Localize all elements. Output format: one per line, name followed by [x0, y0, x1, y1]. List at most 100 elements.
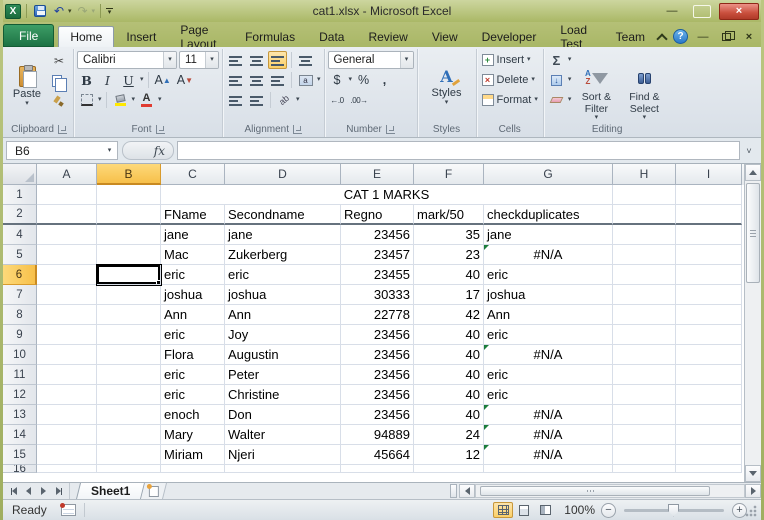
clear-button[interactable]: [547, 91, 566, 109]
decrease-decimal-button[interactable]: .00→: [349, 91, 370, 109]
clear-dropdown[interactable]: ▾: [568, 96, 572, 103]
accounting-format-dropdown[interactable]: ▾: [349, 76, 353, 83]
horizontal-scroll-thumb[interactable]: [480, 486, 710, 496]
cell-I14[interactable]: [676, 425, 742, 445]
cell-H8[interactable]: [613, 305, 676, 325]
cell-D8[interactable]: Ann: [225, 305, 341, 325]
format-cells-button[interactable]: Format ▾: [480, 91, 540, 109]
font-name-dropdown[interactable]: ▾: [163, 52, 176, 68]
row-header-1[interactable]: 1: [3, 185, 37, 205]
normal-view-button[interactable]: [493, 502, 513, 518]
help-icon[interactable]: ?: [673, 29, 688, 44]
scroll-down-button[interactable]: [745, 465, 761, 482]
autosum-dropdown[interactable]: ▾: [568, 56, 572, 63]
cell-G13[interactable]: #N/A: [484, 405, 613, 425]
cell-E8[interactable]: 22778: [341, 305, 414, 325]
horizontal-scroll-track[interactable]: [475, 484, 745, 498]
fill-color-button[interactable]: [111, 91, 130, 109]
cell-E15[interactable]: 45664: [341, 445, 414, 465]
cell-E10[interactable]: 23456: [341, 345, 414, 365]
cell-I5[interactable]: [676, 245, 742, 265]
column-header-A[interactable]: A: [37, 164, 97, 185]
cell-D7[interactable]: joshua: [225, 285, 341, 305]
cell-F5[interactable]: 23: [414, 245, 484, 265]
cell-F4[interactable]: 35: [414, 225, 484, 245]
fill-button[interactable]: ↓: [547, 71, 566, 89]
orientation-dropdown[interactable]: ▾: [296, 96, 300, 103]
clipboard-dialog-launcher-icon[interactable]: [57, 125, 67, 134]
increase-indent-button[interactable]: [247, 91, 266, 109]
cell-A12[interactable]: [37, 385, 97, 405]
font-size-dropdown[interactable]: ▾: [205, 52, 218, 68]
cell-E2[interactable]: Regno: [341, 205, 414, 225]
cell-C4[interactable]: jane: [161, 225, 225, 245]
cell-D12[interactable]: Christine: [225, 385, 341, 405]
cell-E6[interactable]: 23455: [341, 265, 414, 285]
merge-center-dropdown[interactable]: ▾: [317, 76, 321, 83]
resize-grip[interactable]: [745, 505, 757, 517]
cell-C10[interactable]: Flora: [161, 345, 225, 365]
scroll-right-button[interactable]: [745, 484, 761, 498]
cell-C2[interactable]: FName: [161, 205, 225, 225]
cell-C6[interactable]: eric: [161, 265, 225, 285]
tab-developer[interactable]: Developer: [470, 26, 549, 47]
cell-D2[interactable]: Secondname: [225, 205, 341, 225]
copy-button[interactable]: ▾: [48, 72, 70, 92]
font-color-button[interactable]: A: [137, 91, 156, 109]
row-header-5[interactable]: 5: [3, 245, 37, 265]
cell-E12[interactable]: 23456: [341, 385, 414, 405]
cell-F13[interactable]: 40: [414, 405, 484, 425]
cell-B9[interactable]: [97, 325, 161, 345]
cell-F8[interactable]: 42: [414, 305, 484, 325]
close-button[interactable]: ×: [719, 2, 759, 20]
cell-B8[interactable]: [97, 305, 161, 325]
last-sheet-button[interactable]: [52, 485, 65, 498]
cell-D6[interactable]: eric: [225, 265, 341, 285]
first-sheet-button[interactable]: [7, 485, 20, 498]
decrease-indent-button[interactable]: [226, 91, 245, 109]
cell-B13[interactable]: [97, 405, 161, 425]
merge-center-button[interactable]: a: [296, 71, 315, 89]
number-dialog-launcher-icon[interactable]: [385, 125, 395, 134]
cell-D16[interactable]: [225, 465, 341, 473]
cell-A13[interactable]: [37, 405, 97, 425]
cell-H12[interactable]: [613, 385, 676, 405]
tab-team[interactable]: Team: [604, 26, 657, 47]
minimize-button[interactable]: —: [659, 3, 685, 19]
cell-H7[interactable]: [613, 285, 676, 305]
cell-E7[interactable]: 30333: [341, 285, 414, 305]
cell-E14[interactable]: 94889: [341, 425, 414, 445]
accounting-format-button[interactable]: $: [328, 71, 347, 89]
number-format-combobox[interactable]: General ▾: [327, 51, 414, 69]
tab-load-test[interactable]: Load Test: [548, 23, 603, 51]
next-sheet-button[interactable]: [37, 485, 50, 498]
cell-B10[interactable]: [97, 345, 161, 365]
cell-C5[interactable]: Mac: [161, 245, 225, 265]
cell-F6[interactable]: 40: [414, 265, 484, 285]
vertical-scrollbar[interactable]: [744, 164, 761, 482]
cell-H14[interactable]: [613, 425, 676, 445]
column-header-B[interactable]: B: [97, 164, 161, 185]
cell-C15[interactable]: Miriam: [161, 445, 225, 465]
cell-I2[interactable]: [676, 205, 742, 225]
cell-B6[interactable]: [97, 265, 161, 285]
cell-A4[interactable]: [37, 225, 97, 245]
increase-decimal-button[interactable]: ←.0: [328, 91, 347, 109]
minimize-ribbon-icon[interactable]: [657, 32, 666, 41]
cell-A9[interactable]: [37, 325, 97, 345]
cell-B16[interactable]: [97, 465, 161, 473]
cell-A5[interactable]: [37, 245, 97, 265]
cell-C8[interactable]: Ann: [161, 305, 225, 325]
cell-I8[interactable]: [676, 305, 742, 325]
cell-I15[interactable]: [676, 445, 742, 465]
cell-C14[interactable]: Mary: [161, 425, 225, 445]
macro-record-icon[interactable]: [59, 503, 76, 516]
font-color-dropdown[interactable]: ▾: [158, 96, 162, 103]
vertical-scroll-thumb[interactable]: [746, 183, 760, 283]
zoom-slider[interactable]: [624, 503, 724, 517]
cell-G9[interactable]: eric: [484, 325, 613, 345]
grow-font-button[interactable]: A ▲: [153, 71, 173, 89]
scroll-left-button[interactable]: [459, 484, 475, 498]
vertical-scroll-track[interactable]: [745, 181, 761, 465]
bold-button[interactable]: B: [77, 71, 96, 89]
